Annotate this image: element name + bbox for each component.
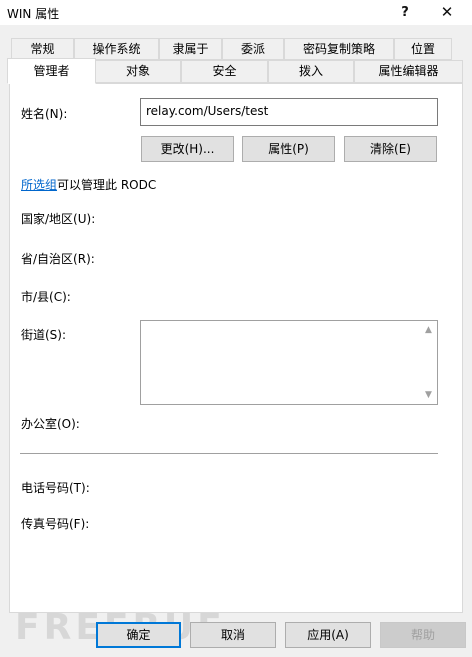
separator <box>20 453 438 454</box>
country-label: 国家/地区(U): <box>21 212 96 226</box>
state-label: 省/自治区(R): <box>21 252 95 266</box>
name-field[interactable]: relay.com/Users/test <box>140 98 438 126</box>
scroll-down-arrow-icon[interactable]: ▼ <box>423 390 434 400</box>
group-manage-text: 所选组可以管理此 RODC <box>21 176 156 193</box>
fax-label: 传真号码(F): <box>21 517 90 531</box>
office-label: 办公室(O): <box>21 417 80 431</box>
name-label: 姓名(N): <box>21 107 68 121</box>
clear-button[interactable]: 清除(E) <box>344 136 437 162</box>
scroll-up-arrow-icon[interactable]: ▲ <box>423 325 434 335</box>
properties-button[interactable]: 属性(P) <box>242 136 335 162</box>
change-button[interactable]: 更改(H)... <box>141 136 234 162</box>
street-label: 街道(S): <box>21 328 67 342</box>
street-scrollbar[interactable]: ▲ ▼ <box>420 321 437 404</box>
street-textarea[interactable]: ▲ ▼ <box>140 320 438 405</box>
city-label: 市/县(C): <box>21 290 71 304</box>
phone-label: 电话号码(T): <box>21 481 90 495</box>
selected-group-link[interactable]: 所选组 <box>21 178 57 192</box>
group-manage-suffix: 可以管理此 RODC <box>57 178 157 192</box>
